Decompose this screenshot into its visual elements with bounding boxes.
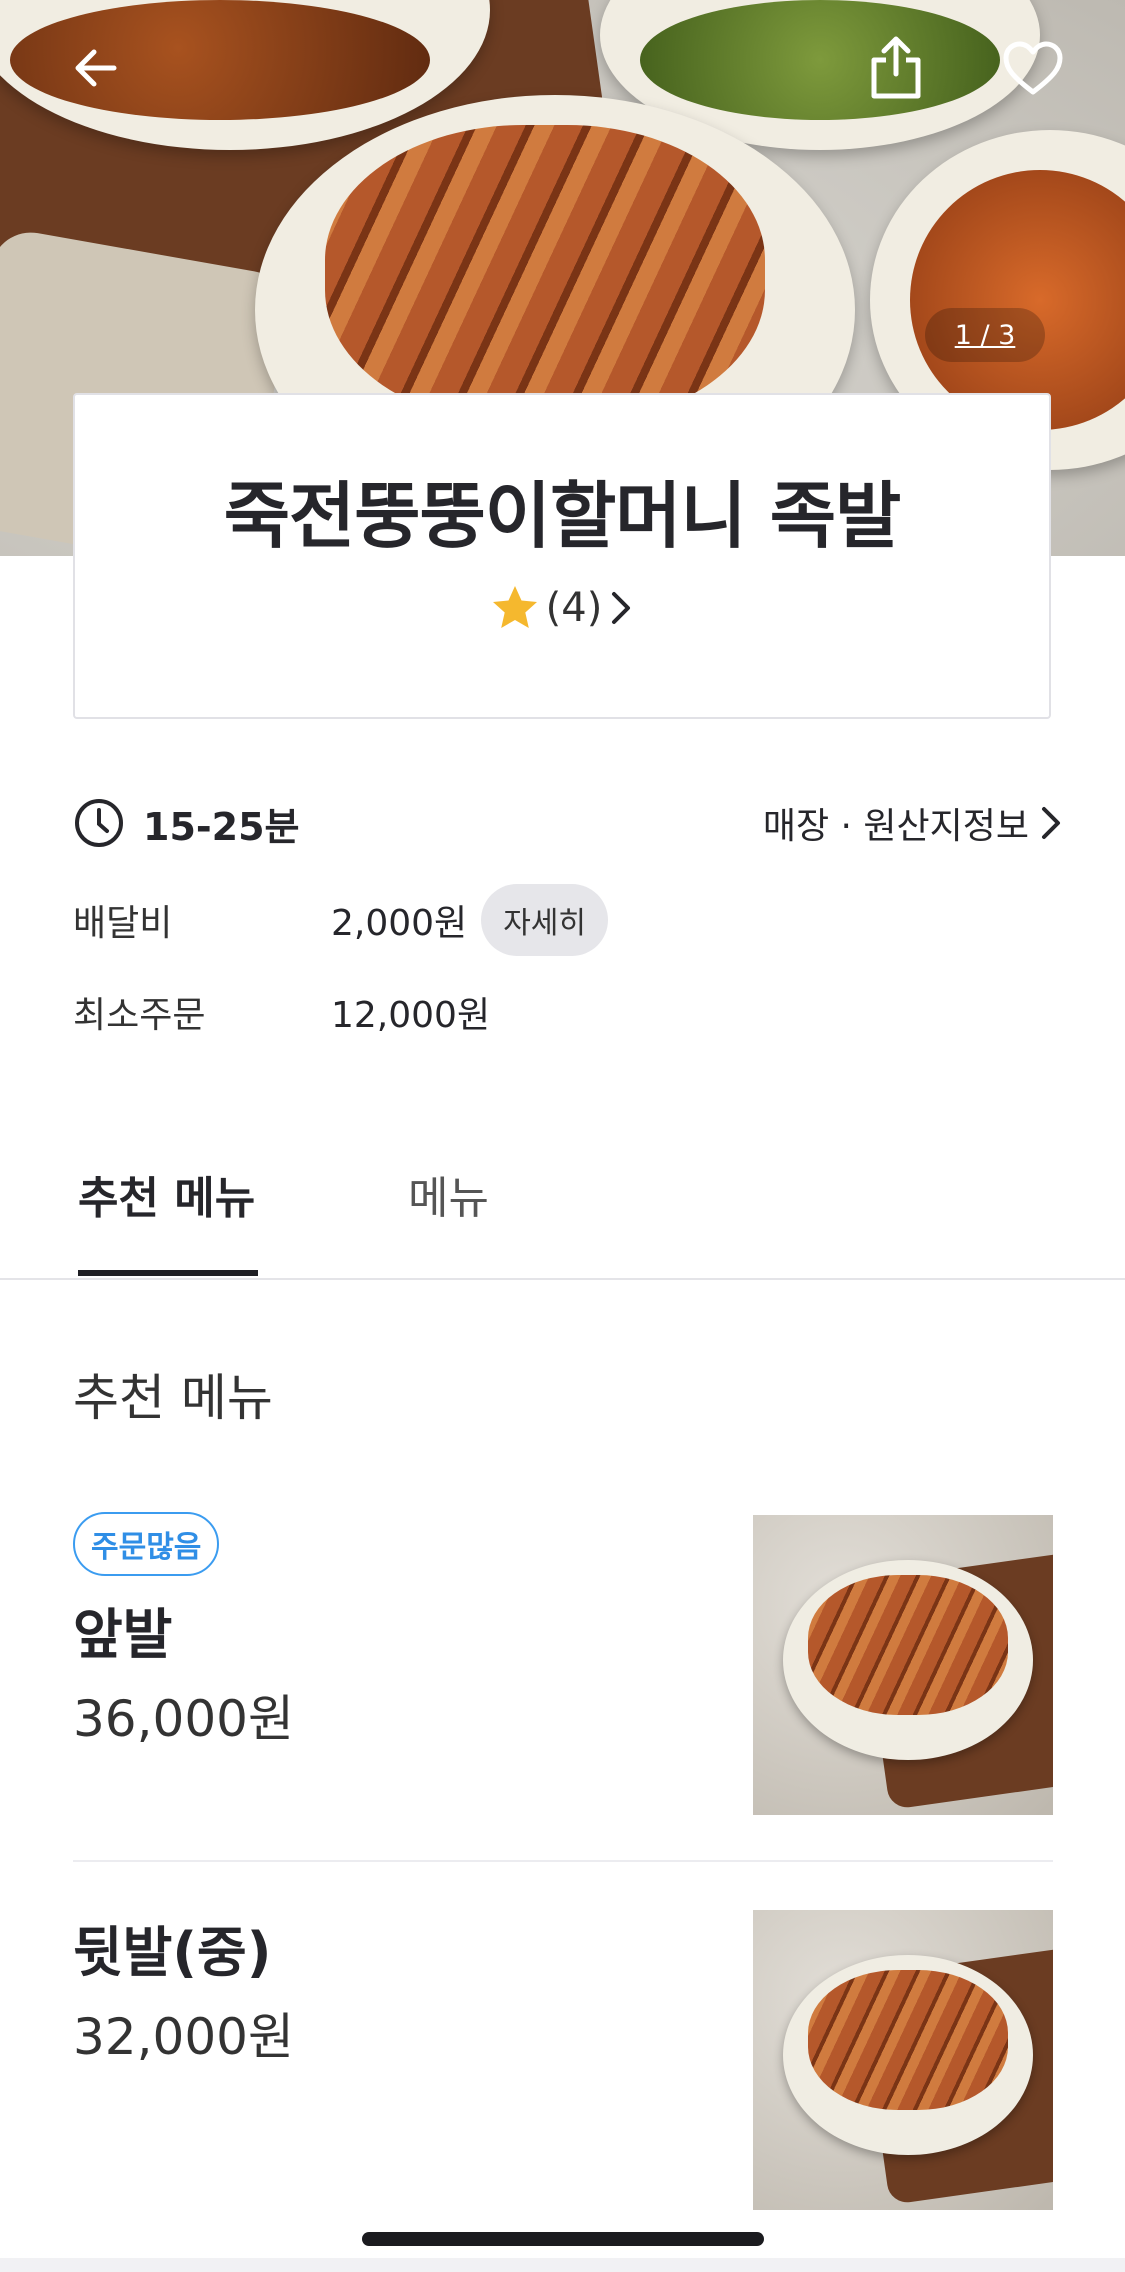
image-counter: 1 / 3: [925, 308, 1045, 362]
section-title: 추천 메뉴: [73, 1369, 273, 1427]
chevron-right-icon: [1042, 807, 1060, 839]
bottom-strip: [0, 2258, 1125, 2272]
min-order-value: 12,000원: [331, 995, 491, 1036]
clock-icon: [75, 799, 123, 847]
rating-count: (4): [545, 585, 603, 631]
active-tab-indicator: [78, 1270, 258, 1276]
chevron-right-icon: [612, 592, 631, 624]
heart-outline-icon: [1003, 41, 1063, 95]
min-order-row: 최소주문 12,000원: [73, 982, 1063, 1042]
arrow-left-icon: [75, 49, 117, 87]
delivery-time: 15-25분: [143, 804, 300, 849]
favorite-button[interactable]: [997, 32, 1069, 104]
star-icon: [492, 586, 537, 628]
tab-recommended-menu[interactable]: 추천 메뉴: [78, 1162, 255, 1226]
menu-divider: [73, 1860, 1053, 1862]
delivery-fee-detail-button[interactable]: 자세히: [481, 884, 608, 956]
tab-menu[interactable]: 메뉴: [408, 1162, 489, 1226]
delivery-time-row: 15-25분 매장 · 원산지정보: [73, 795, 1063, 851]
menu-item-photo: [753, 1910, 1053, 2210]
store-name: 죽전뚱뚱이할머니 족발: [223, 474, 901, 558]
home-indicator[interactable]: [362, 2232, 764, 2246]
share-icon: [871, 36, 921, 99]
store-origin-info-label: 매장 · 원산지정보: [762, 806, 1029, 847]
menu-item[interactable]: 뒷발(중) 32,000원: [73, 1908, 1053, 2210]
store-title-card: 죽전뚱뚱이할머니 족발 (4): [73, 393, 1051, 719]
back-button[interactable]: [60, 32, 132, 104]
delivery-fee-row: 배달비 2,000원 자세히: [73, 884, 1063, 956]
popular-badge: 주문많음: [73, 1512, 220, 1576]
menu-tabs: 추천 메뉴 메뉴: [0, 1148, 1125, 1280]
rating-link[interactable]: (4): [75, 583, 1049, 633]
store-origin-info-link[interactable]: 매장 · 원산지정보: [763, 797, 1063, 849]
menu-item-photo: [753, 1515, 1053, 1815]
delivery-fee-value: 2,000원: [331, 903, 468, 944]
menu-item[interactable]: 주문많음 앞발 36,000원: [73, 1512, 1053, 1815]
delivery-fee-label: 배달비: [73, 903, 173, 944]
share-button[interactable]: [860, 32, 932, 104]
min-order-label: 최소주문: [73, 995, 206, 1036]
